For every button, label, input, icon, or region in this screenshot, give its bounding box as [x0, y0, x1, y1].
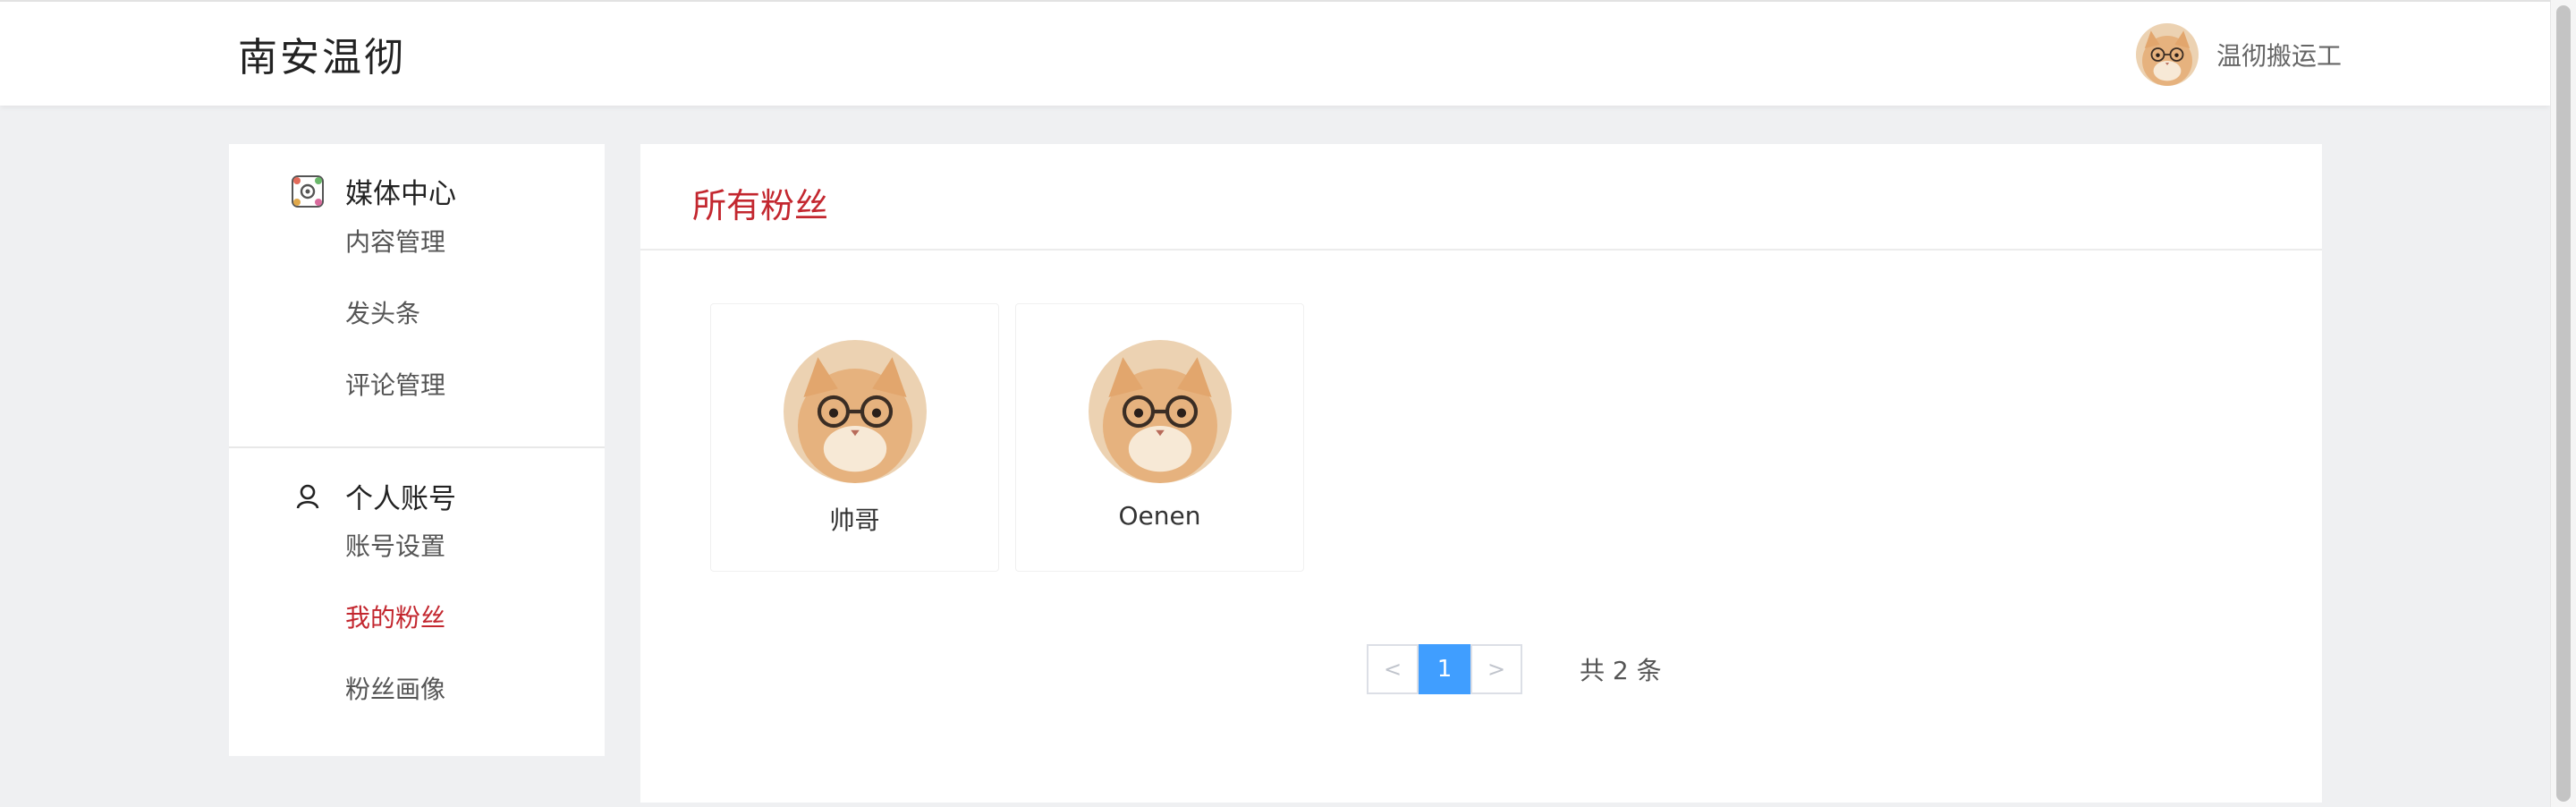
sidebar-item-account-settings[interactable]: 账号设置 — [345, 527, 445, 563]
menu-group-media: 媒体中心 内容管理 发头条 评论管理 — [229, 144, 605, 448]
pagination: < 1 > 共 2 条 — [1367, 644, 1662, 694]
main-panel: 所有粉丝 帅哥 Oenen < 1 > 共 2 条 — [640, 144, 2322, 803]
menu-title-label: 媒体中心 — [345, 178, 456, 210]
menu-title-media[interactable]: 媒体中心 — [290, 171, 456, 211]
user-account-icon — [290, 479, 326, 514]
top-header: 南安温彻 温彻搬运工 — [0, 0, 2550, 106]
user-avatar[interactable] — [2136, 23, 2199, 86]
fan-name: Oenen — [1118, 501, 1201, 531]
prev-page-button[interactable]: < — [1367, 644, 1419, 694]
fan-avatar — [784, 340, 927, 483]
app-root: 南安温彻 温彻搬运工 媒体中心 内容管理 发头条 评论管理 个人账号 账号设置 … — [0, 0, 2576, 807]
sidebar-item-content[interactable]: 内容管理 — [345, 223, 445, 259]
menu-title-label: 个人账号 — [345, 483, 456, 515]
fan-name: 帅哥 — [829, 505, 880, 535]
sidebar-item-publish[interactable]: 发头条 — [345, 294, 420, 330]
media-center-icon — [290, 174, 326, 209]
menu-title-account[interactable]: 个人账号 — [290, 476, 456, 516]
sidebar-item-comments[interactable]: 评论管理 — [345, 366, 445, 402]
sidebar-item-my-fans[interactable]: 我的粉丝 — [345, 599, 445, 634]
page-scrollbar[interactable] — [2550, 0, 2576, 807]
username-label[interactable]: 温彻搬运工 — [2216, 37, 2342, 72]
next-page-button[interactable]: > — [1470, 644, 1522, 694]
fan-list: 帅哥 Oenen — [710, 303, 1320, 572]
sidebar-item-fan-profile[interactable]: 粉丝画像 — [345, 670, 445, 706]
page-number-1[interactable]: 1 — [1419, 644, 1470, 694]
fan-card[interactable]: 帅哥 — [710, 303, 999, 572]
pagination-total: 共 2 条 — [1580, 656, 1662, 685]
fan-card[interactable]: Oenen — [1015, 303, 1304, 572]
scrollbar-thumb[interactable] — [2556, 5, 2571, 802]
sidebar-menu: 媒体中心 内容管理 发头条 评论管理 个人账号 账号设置 我的粉丝 粉丝画像 — [229, 144, 605, 756]
fan-avatar — [1089, 340, 1232, 483]
app-logo[interactable]: 南安温彻 — [238, 25, 406, 82]
user-menu[interactable]: 温彻搬运工 — [2136, 23, 2342, 86]
page-title: 所有粉丝 — [640, 144, 2322, 251]
